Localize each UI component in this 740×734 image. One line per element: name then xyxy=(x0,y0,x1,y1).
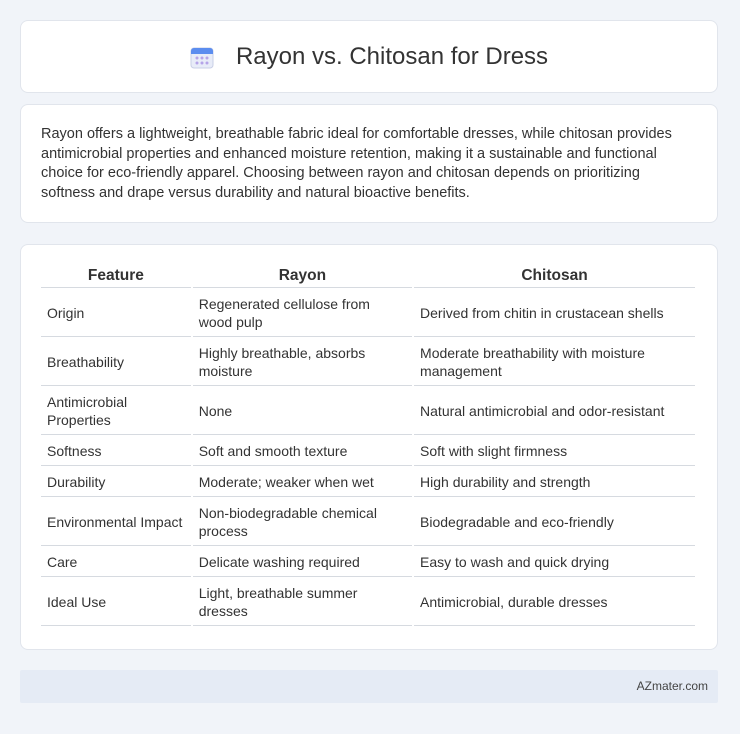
table-row: Breathability Highly breathable, absorbs… xyxy=(41,339,695,386)
rayon-cell: Moderate; weaker when wet xyxy=(192,468,413,497)
calendar-icon xyxy=(190,45,214,69)
feature-cell: Durability xyxy=(41,468,191,497)
footer-site-link[interactable]: AZmater.com xyxy=(637,679,708,693)
footer-bar: AZmater.com xyxy=(20,670,718,703)
rayon-cell: Non-biodegradable chemical process xyxy=(192,499,413,546)
table-row: Environmental Impact Non-biodegradable c… xyxy=(41,499,695,546)
feature-cell: Softness xyxy=(41,437,191,466)
rayon-cell: Soft and smooth texture xyxy=(192,437,413,466)
table-row: Care Delicate washing required Easy to w… xyxy=(41,548,695,577)
table-row: Origin Regenerated cellulose from wood p… xyxy=(41,290,695,337)
chitosan-cell: High durability and strength xyxy=(414,468,695,497)
table-row: Antimicrobial Properties None Natural an… xyxy=(41,388,695,435)
rayon-cell: Highly breathable, absorbs moisture xyxy=(192,339,413,386)
chitosan-cell: Soft with slight firmness xyxy=(414,437,695,466)
feature-cell: Environmental Impact xyxy=(41,499,191,546)
intro-card: Rayon offers a lightweight, breathable f… xyxy=(20,104,718,223)
feature-cell: Breathability xyxy=(41,339,191,386)
table-row: Softness Soft and smooth texture Soft wi… xyxy=(41,437,695,466)
rayon-cell: None xyxy=(192,388,413,435)
rayon-cell: Delicate washing required xyxy=(192,548,413,577)
table-row: Durability Moderate; weaker when wet Hig… xyxy=(41,468,695,497)
chitosan-cell: Biodegradable and eco-friendly xyxy=(414,499,695,546)
column-header-feature: Feature xyxy=(41,265,191,288)
table-header-row: Feature Rayon Chitosan xyxy=(41,265,695,288)
feature-cell: Care xyxy=(41,548,191,577)
feature-cell: Antimicrobial Properties xyxy=(41,388,191,435)
chitosan-cell: Moderate breathability with moisture man… xyxy=(414,339,695,386)
chitosan-cell: Natural antimicrobial and odor-resistant xyxy=(414,388,695,435)
table-row: Ideal Use Light, breathable summer dress… xyxy=(41,579,695,626)
chitosan-cell: Antimicrobial, durable dresses xyxy=(414,579,695,626)
intro-text: Rayon offers a lightweight, breathable f… xyxy=(41,126,672,201)
chitosan-cell: Derived from chitin in crustacean shells xyxy=(414,290,695,337)
rayon-cell: Light, breathable summer dresses xyxy=(192,579,413,626)
chitosan-cell: Easy to wash and quick drying xyxy=(414,548,695,577)
rayon-cell: Regenerated cellulose from wood pulp xyxy=(192,290,413,337)
header-card: Rayon vs. Chitosan for Dress xyxy=(20,20,718,93)
feature-cell: Ideal Use xyxy=(41,579,191,626)
page-title: Rayon vs. Chitosan for Dress xyxy=(235,42,549,70)
column-header-chitosan: Chitosan xyxy=(414,265,695,288)
comparison-table: Feature Rayon Chitosan Origin Regenerate… xyxy=(39,263,697,628)
feature-cell: Origin xyxy=(41,290,191,337)
column-header-rayon: Rayon xyxy=(192,265,413,288)
table-card: Feature Rayon Chitosan Origin Regenerate… xyxy=(20,244,718,650)
